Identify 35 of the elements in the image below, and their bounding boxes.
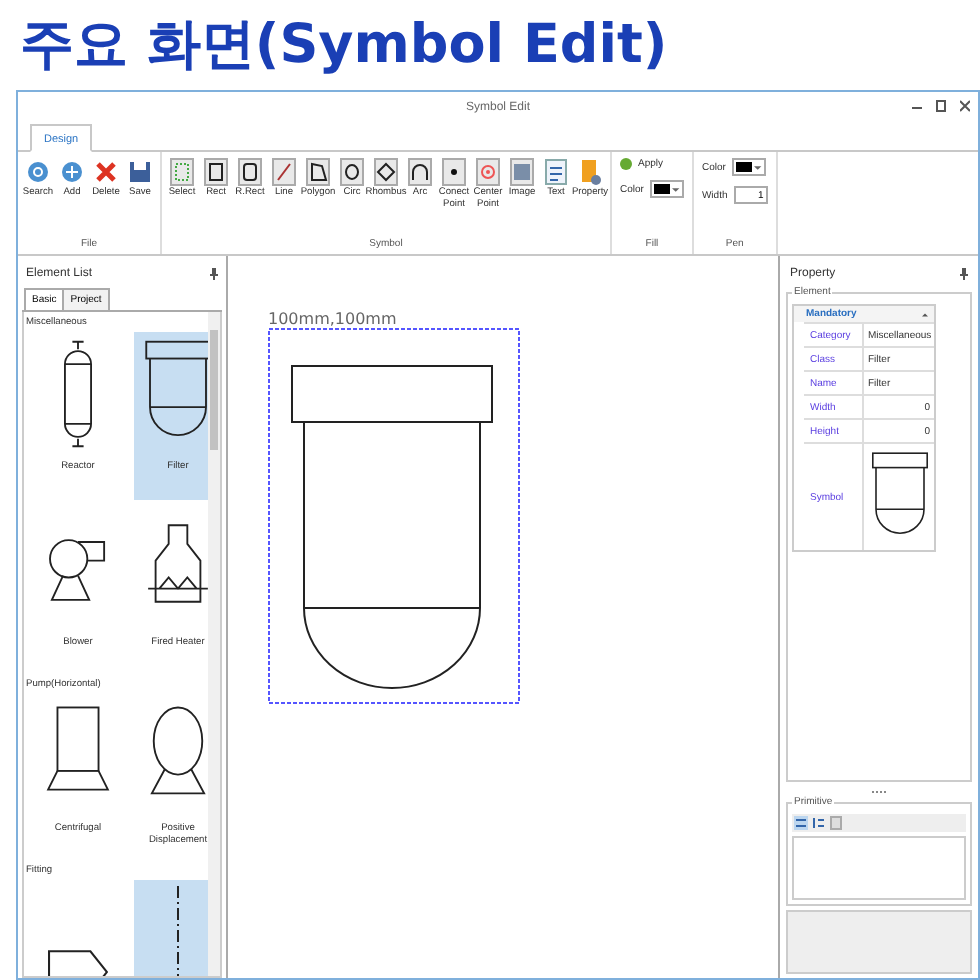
filter-symbol-drawing[interactable] [291,365,493,689]
save-icon [128,158,152,186]
dropdown-caret-icon[interactable] [672,185,680,193]
pin-icon[interactable] [210,268,218,280]
image-icon [510,158,534,186]
center-icon [476,158,500,186]
point-icon [442,158,466,186]
maximize-icon[interactable] [936,100,946,112]
alphabetical-sort-icon[interactable] [812,816,826,830]
page-heading: 주요 화면(Symbol Edit) [18,12,670,80]
line-icon [272,158,296,186]
property-icon [578,158,602,186]
pen-color-dropdown[interactable] [731,158,766,176]
search-icon [26,158,50,186]
delete-icon [94,158,118,186]
rect-icon [204,158,228,186]
add-icon [60,158,84,186]
select-icon [170,158,194,186]
text-icon [544,158,568,186]
selection-outline[interactable] [268,328,520,704]
circle-icon [340,158,364,186]
pin-icon[interactable] [960,268,968,280]
rhombus-icon [374,158,398,186]
arc-icon [408,158,432,186]
scrollbar[interactable] [208,312,220,976]
close-icon[interactable] [960,100,970,112]
rrect-icon [238,158,262,186]
dropdown-caret-icon[interactable] [754,163,762,171]
categorized-sort-icon[interactable] [794,816,808,830]
collapse-icon[interactable] [922,311,928,317]
dashed-line-symbol [176,886,180,976]
fill-color-dropdown[interactable] [649,180,684,198]
apply-icon [620,158,632,170]
polygon-icon [306,158,330,186]
coordinate-label: 100mm,100mm [268,310,399,328]
